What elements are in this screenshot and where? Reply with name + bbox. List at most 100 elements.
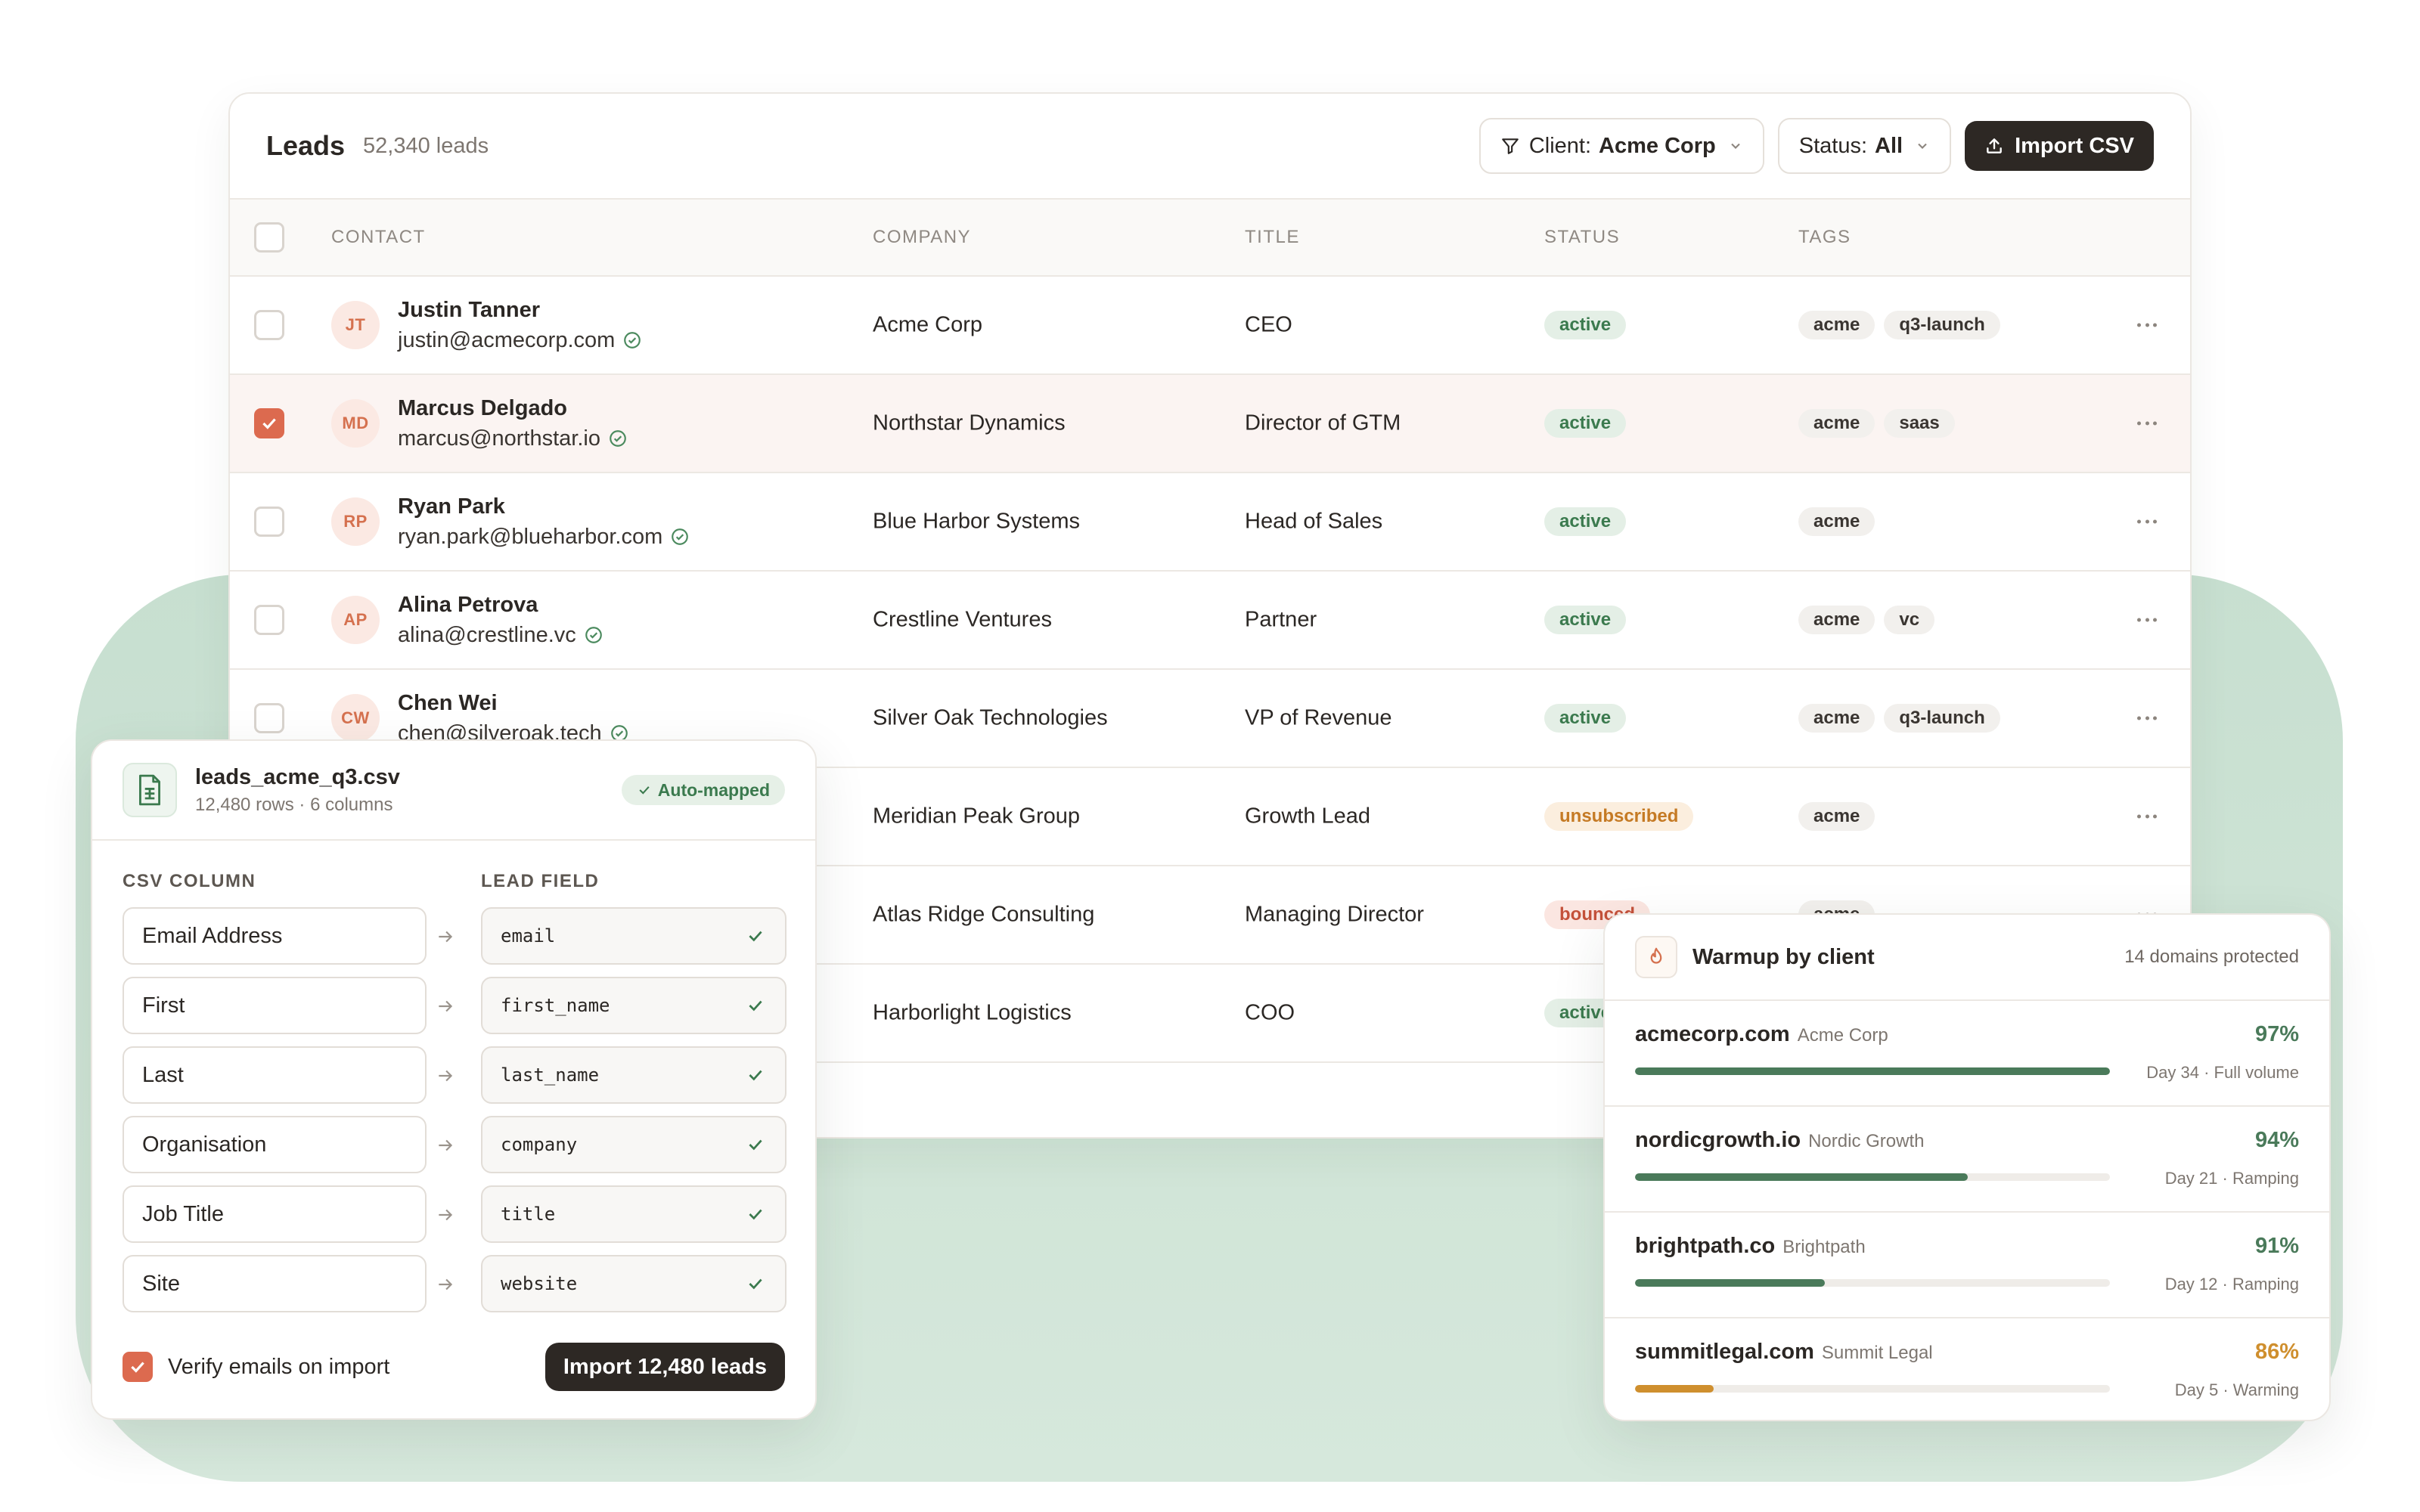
warmup-client-name: Summit Legal <box>1821 1343 1933 1363</box>
import-leads-button[interactable]: Import 12,480 leads <box>544 1343 785 1391</box>
warmup-domain: brightpath.co Brightpath <box>1635 1234 1866 1259</box>
contact-cell: Justin Tanner justin@acmecorp.com <box>398 295 642 355</box>
lead-field-value: title <box>501 1204 556 1225</box>
lead-field-select[interactable]: website <box>481 1255 786 1312</box>
warmup-header: Warmup by client 14 domains protected <box>1605 915 2329 1001</box>
row-checkbox[interactable] <box>254 507 284 537</box>
arrow-right-icon <box>439 1209 453 1221</box>
verify-emails-option[interactable]: Verify emails on import <box>123 1352 389 1382</box>
contact-email: marcus@northstar.io <box>398 423 628 454</box>
contact-name: Ryan Park <box>398 494 505 519</box>
csv-column-field[interactable]: Site <box>123 1255 427 1312</box>
table-row[interactable]: MD Marcus Delgado marcus@northstar.io North… <box>230 375 2190 473</box>
lead-field-select[interactable]: title <box>481 1185 786 1243</box>
table-row[interactable]: AP Alina Petrova alina@crestline.vc Crestli… <box>230 572 2190 670</box>
lead-field-value: last_name <box>501 1064 600 1086</box>
chevron-down-icon <box>1918 143 1927 149</box>
warmup-progress-track <box>1635 1067 2110 1075</box>
contact-email-text: alina@crestline.vc <box>398 623 576 647</box>
verify-emails-checkbox[interactable] <box>123 1352 153 1382</box>
status-badge: active <box>1544 311 1627 339</box>
row-checkbox[interactable] <box>254 703 284 733</box>
more-dots-icon[interactable] <box>2137 421 2157 426</box>
warmup-row: acmecorp.com Acme Corp 97% Day 34 · Full vo… <box>1605 1001 2329 1107</box>
csv-import-panel: leads_acme_q3.csv 12,480 rows · 6 column… <box>91 739 817 1420</box>
tag-chip: saas <box>1884 409 1955 438</box>
verify-emails-label: Verify emails on import <box>168 1354 390 1379</box>
check-icon <box>262 418 276 429</box>
arrow-right-icon <box>439 1278 453 1290</box>
csv-column-field[interactable]: Organisation <box>123 1116 427 1173</box>
arrow-right-icon <box>436 1136 455 1159</box>
more-dots-icon[interactable] <box>2137 323 2157 327</box>
stage: Leads 52,340 leads Client: Acme Corp Sta… <box>0 0 2420 1512</box>
column-contact: CONTACT <box>331 227 426 247</box>
lead-field-select[interactable]: email <box>481 907 786 965</box>
status-filter-button[interactable]: Status: All <box>1777 118 1952 174</box>
check-icon <box>749 1139 762 1151</box>
company-cell: Atlas Ridge Consulting <box>873 902 1095 927</box>
avatar: RP <box>331 497 380 546</box>
contact-name: Marcus Delgado <box>398 396 567 420</box>
company-cell: Harborlight Logistics <box>873 1000 1072 1025</box>
warmup-percent: 91% <box>2254 1234 2299 1258</box>
mapping-row: Organisation company <box>123 1116 786 1173</box>
check-icon <box>749 1000 762 1012</box>
csv-column-field[interactable]: Email Address <box>123 907 427 965</box>
company-cell: Blue Harbor Systems <box>873 509 1080 534</box>
contact-email-text: justin@acmecorp.com <box>398 328 616 352</box>
import-csv-button[interactable]: Import CSV <box>1965 121 2154 171</box>
arrow-right-icon <box>439 1070 453 1082</box>
warmup-domain: acmecorp.com Acme Corp <box>1635 1022 1888 1047</box>
status-badge: active <box>1544 606 1627 634</box>
tag-chip: q3-launch <box>1884 311 2000 339</box>
lead-field-select[interactable]: first_name <box>481 977 786 1034</box>
csv-column-field[interactable]: Last <box>123 1046 427 1104</box>
arrow-right-icon <box>436 996 455 1020</box>
more-dots-icon[interactable] <box>2137 716 2157 720</box>
row-checkbox[interactable] <box>254 310 284 340</box>
lead-field-select[interactable]: last_name <box>481 1046 786 1104</box>
title-cell: CEO <box>1245 312 1292 337</box>
more-dots-icon[interactable] <box>2137 618 2157 622</box>
warmup-domain-name: summitlegal.com <box>1635 1340 1814 1364</box>
more-dots-icon[interactable] <box>2137 519 2157 524</box>
check-icon <box>749 1070 762 1081</box>
check-icon <box>749 931 762 942</box>
client-filter-label: Client: <box>1528 133 1592 158</box>
csv-import-footer: Verify emails on import Import 12,480 le… <box>123 1343 785 1391</box>
status-filter-label: Status: <box>1798 133 1868 158</box>
contact-name: Alina Petrova <box>398 593 538 617</box>
company-cell: Silver Oak Technologies <box>873 705 1108 730</box>
lead-field-select[interactable]: company <box>481 1116 786 1173</box>
warmup-client-name: Nordic Growth <box>1808 1131 1925 1151</box>
check-icon <box>749 1209 762 1220</box>
client-filter-button[interactable]: Client: Acme Corp <box>1478 118 1764 174</box>
status-badge: active <box>1544 409 1627 438</box>
table-row[interactable]: RP Ryan Park ryan.park@blueharbor.com Blue … <box>230 473 2190 572</box>
lead-field-header: LEAD FIELD <box>481 871 600 891</box>
auto-mapped-label: Auto-mapped <box>657 779 770 800</box>
tags-cell: acme vc <box>1798 606 1935 634</box>
warmup-domain: summitlegal.com Summit Legal <box>1635 1340 1933 1365</box>
company-cell: Meridian Peak Group <box>873 804 1081 829</box>
mapping-row: Last last_name <box>123 1046 786 1104</box>
warmup-client-name: Brightpath <box>1782 1237 1866 1257</box>
csv-column-field[interactable]: First <box>123 977 427 1034</box>
domains-protected-note: 14 domains protected <box>2124 947 2299 967</box>
tags-cell: acme q3-launch <box>1798 311 2000 339</box>
row-checkbox[interactable] <box>254 605 284 635</box>
tags-cell: acme <box>1798 507 1876 536</box>
table-row[interactable]: JT Justin Tanner justin@acmecorp.com Acme C… <box>230 277 2190 375</box>
mapping-row: Job Title title <box>123 1185 786 1243</box>
contact-email-text: ryan.park@blueharbor.com <box>398 525 663 549</box>
column-status: STATUS <box>1544 227 1621 247</box>
status-badge: active <box>1544 704 1627 733</box>
warmup-detail: Day 21 · Ramping <box>2164 1169 2299 1188</box>
select-all-checkbox[interactable] <box>254 222 284 253</box>
avatar: CW <box>331 694 380 742</box>
csv-column-field[interactable]: Job Title <box>123 1185 427 1243</box>
row-checkbox[interactable] <box>254 408 284 438</box>
tag-chip: acme <box>1798 704 1876 733</box>
more-dots-icon[interactable] <box>2137 814 2157 819</box>
